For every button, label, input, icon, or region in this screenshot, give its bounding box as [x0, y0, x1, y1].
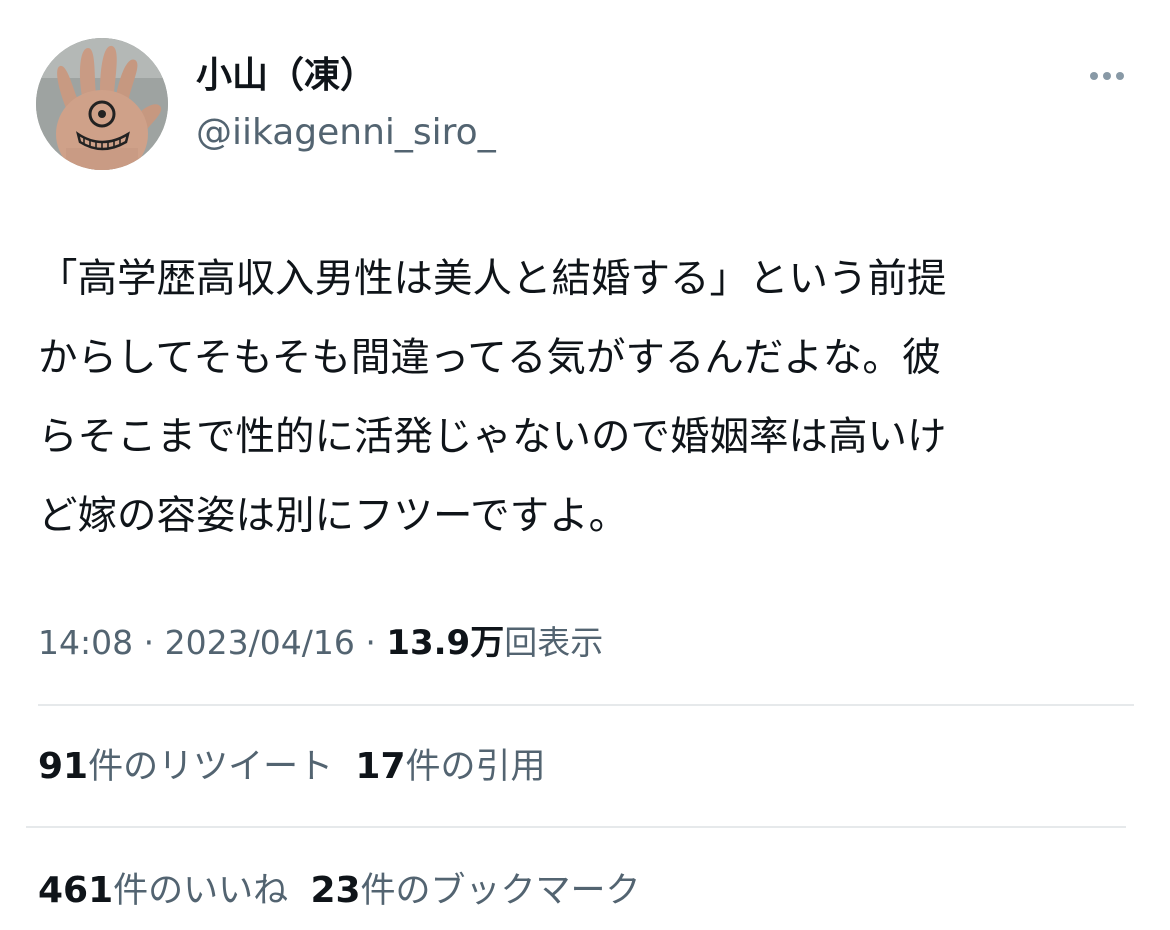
views-label: 回表示	[504, 623, 604, 662]
avatar[interactable]	[36, 38, 168, 170]
retweets-count: 91	[38, 746, 89, 787]
tweet-text: 「高学歴高収入男性は美人と結婚する」という前提 からしてそもそも間違ってる気がす…	[38, 240, 1138, 556]
likes-count: 461	[38, 870, 114, 911]
engagement-row-reactions: 461件のいいね 23件のブックマーク	[38, 866, 641, 916]
bookmarks-link[interactable]: 23件のブックマーク	[310, 870, 641, 911]
tweet-date[interactable]: 2023/04/16	[165, 623, 355, 662]
tweet-text-line: らそこまで性的に活発じゃないので婚姻率は高いけ	[38, 414, 947, 460]
quotes-link[interactable]: 17件の引用	[355, 746, 546, 787]
engagement-row-shares: 91件のリツイート 17件の引用	[38, 742, 546, 792]
divider	[38, 704, 1134, 706]
tweet-text-line: からしてそもそも間違ってる気がするんだよな。彼	[38, 335, 942, 381]
bookmarks-count: 23	[310, 870, 361, 911]
tweet-meta: 14:08 · 2023/04/16 · 13.9万回表示	[38, 618, 603, 668]
hand-with-eye-drawing-avatar-icon	[36, 38, 168, 170]
tweet-text-line: 「高学歴高収入男性は美人と結婚する」という前提	[38, 256, 947, 302]
quotes-count: 17	[355, 746, 406, 787]
meta-separator: ·	[365, 623, 376, 662]
views-count: 13.9万	[386, 623, 505, 663]
likes-label: 件のいいね	[113, 871, 289, 911]
retweets-label: 件のリツイート	[88, 747, 334, 787]
more-horizontal-icon	[1090, 72, 1124, 80]
bookmarks-label: 件のブックマーク	[360, 871, 641, 911]
display-name[interactable]: 小山（凍）	[196, 54, 376, 98]
likes-link[interactable]: 461件のいいね	[38, 870, 289, 911]
retweets-link[interactable]: 91件のリツイート	[38, 746, 334, 787]
meta-separator: ·	[143, 623, 155, 662]
quotes-label: 件の引用	[405, 747, 546, 787]
more-options-button[interactable]	[1078, 58, 1138, 98]
tweet-time[interactable]: 14:08	[38, 623, 133, 662]
user-handle[interactable]: @iikagenni_siro_	[196, 110, 496, 156]
divider	[26, 826, 1126, 828]
tweet-text-line: ど嫁の容姿は別にフツーですよ。	[38, 493, 629, 539]
